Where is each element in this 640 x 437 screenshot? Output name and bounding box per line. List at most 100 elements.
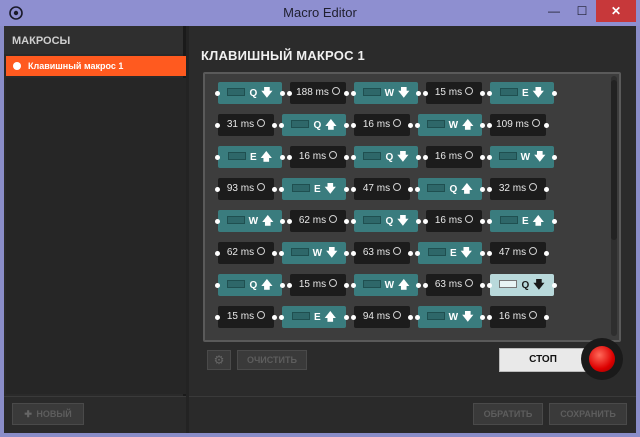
clock-icon (257, 183, 266, 192)
vertical-scrollbar[interactable] (611, 76, 617, 336)
key-event-node[interactable]: Q 🡇 (218, 82, 282, 104)
delay-label: 62 ms (298, 215, 327, 226)
connector-dot (272, 251, 277, 256)
arrow-down-icon: 🡇 (460, 247, 472, 259)
connector-dot (415, 251, 420, 256)
maximize-button[interactable]: ☐ (568, 0, 596, 22)
key-event-node[interactable]: E 🡅 (218, 146, 282, 168)
key-event-node[interactable]: W 🡇 (418, 306, 482, 328)
key-event-node[interactable]: W 🡇 (490, 146, 554, 168)
key-event-node[interactable]: Q 🡇 (354, 210, 418, 232)
key-event-node[interactable]: E 🡅 (282, 306, 346, 328)
delay-label: 188 ms (296, 87, 329, 98)
delay-node[interactable]: 94 ms (354, 306, 410, 328)
close-button[interactable]: ✕ (596, 0, 636, 22)
scrollbar-thumb[interactable] (611, 80, 617, 240)
key-event-node[interactable]: Q 🡇 (354, 146, 418, 168)
delay-node[interactable]: 62 ms (218, 242, 274, 264)
connector-dot (480, 251, 485, 256)
key-label: W (248, 216, 259, 227)
delay-node[interactable]: 16 ms (490, 306, 546, 328)
key-event-node[interactable]: W 🡇 (282, 242, 346, 264)
connector-dot (280, 91, 285, 96)
settings-gear-button[interactable]: ⚙ (207, 350, 231, 370)
delay-node[interactable]: 32 ms (490, 178, 546, 200)
sequence-row: W 🡅 62 ms Q 🡇 16 ms E 🡅 (205, 210, 605, 234)
connector-dot (544, 123, 549, 128)
key-event-node[interactable]: E 🡇 (282, 178, 346, 200)
connector-dot (544, 251, 549, 256)
record-led-icon[interactable] (589, 346, 615, 372)
key-event-node[interactable]: W 🡇 (354, 82, 418, 104)
connector-dot (408, 123, 413, 128)
macro-sequence-editor[interactable]: Q 🡇 188 ms W 🡇 15 ms E 🡇 31 ms Q 🡅 16 ms W 🡅 109 ms E 🡅 1… (203, 72, 621, 342)
connector-dot (351, 123, 356, 128)
minimize-button[interactable]: — (540, 0, 568, 22)
key-event-node[interactable]: W 🡅 (354, 274, 418, 296)
revert-button[interactable]: ОБРАТИТЬ (473, 403, 543, 425)
clock-icon (329, 215, 338, 224)
key-label: E (522, 88, 529, 99)
key-label: W (520, 152, 531, 163)
delay-label: 94 ms (362, 311, 391, 322)
clock-icon (465, 279, 474, 288)
delay-node[interactable]: 31 ms (218, 114, 274, 136)
key-label: E (314, 312, 321, 323)
save-button[interactable]: СОХРАНИТЬ (549, 403, 627, 425)
connector-dot (279, 251, 284, 256)
delay-node[interactable]: 63 ms (354, 242, 410, 264)
delay-node[interactable]: 16 ms (290, 146, 346, 168)
macro-title: КЛАВИШНЫЙ МАКРОС 1 (201, 48, 365, 63)
key-event-node[interactable]: E 🡅 (490, 210, 554, 232)
keyboard-icon (426, 312, 445, 321)
delay-node[interactable]: 188 ms (290, 82, 346, 104)
macro-label: Клавишный макрос 1 (28, 61, 124, 71)
delay-node[interactable]: 63 ms (426, 274, 482, 296)
keyboard-icon (292, 184, 310, 193)
connector-dot (280, 283, 285, 288)
key-event-node[interactable]: Q 🡅 (418, 178, 482, 200)
delay-node[interactable]: 16 ms (354, 114, 410, 136)
connector-dot (552, 91, 557, 96)
delay-node[interactable]: 93 ms (218, 178, 274, 200)
connector-dot (423, 155, 428, 160)
delay-node[interactable]: 15 ms (426, 82, 482, 104)
arrow-up-icon: 🡅 (262, 215, 274, 227)
clock-icon (257, 247, 266, 256)
clear-button[interactable]: ОЧИСТИТЬ (237, 350, 307, 370)
key-event-node[interactable]: Q 🡇 (490, 274, 554, 296)
arrow-up-icon: 🡅 (261, 279, 273, 291)
key-event-node[interactable]: W 🡅 (418, 114, 482, 136)
macro-list-item[interactable]: Клавишный макрос 1 (6, 56, 186, 76)
connector-dot (287, 91, 292, 96)
connector-dot (415, 187, 420, 192)
delay-node[interactable]: 15 ms (218, 306, 274, 328)
connector-dot (351, 155, 356, 160)
key-event-node[interactable]: E 🡇 (418, 242, 482, 264)
connector-dot (423, 283, 428, 288)
delay-node[interactable]: 15 ms (290, 274, 346, 296)
delay-node[interactable]: 47 ms (354, 178, 410, 200)
connector-dot (344, 155, 349, 160)
delay-node[interactable]: 109 ms (490, 114, 546, 136)
delay-node[interactable]: 47 ms (490, 242, 546, 264)
selected-dot-icon (13, 62, 21, 70)
key-event-node[interactable]: W 🡅 (218, 210, 282, 232)
delay-label: 32 ms (498, 183, 527, 194)
delay-node[interactable]: 16 ms (426, 146, 482, 168)
stop-button[interactable]: СТОП (499, 348, 587, 372)
delay-node[interactable]: 62 ms (290, 210, 346, 232)
arrow-down-icon: 🡇 (326, 247, 338, 259)
arrow-down-icon: 🡇 (462, 311, 474, 323)
connector-dot (416, 219, 421, 224)
key-event-node[interactable]: E 🡇 (490, 82, 554, 104)
key-label: Q (521, 280, 530, 291)
key-event-node[interactable]: Q 🡅 (282, 114, 346, 136)
delay-node[interactable]: 16 ms (426, 210, 482, 232)
new-macro-button[interactable]: ✚ НОВЫЙ (12, 403, 84, 425)
connector-dot (279, 315, 284, 320)
key-event-node[interactable]: Q 🡅 (218, 274, 282, 296)
connector-dot (351, 283, 356, 288)
key-label: W (312, 248, 323, 259)
key-label: W (384, 280, 395, 291)
